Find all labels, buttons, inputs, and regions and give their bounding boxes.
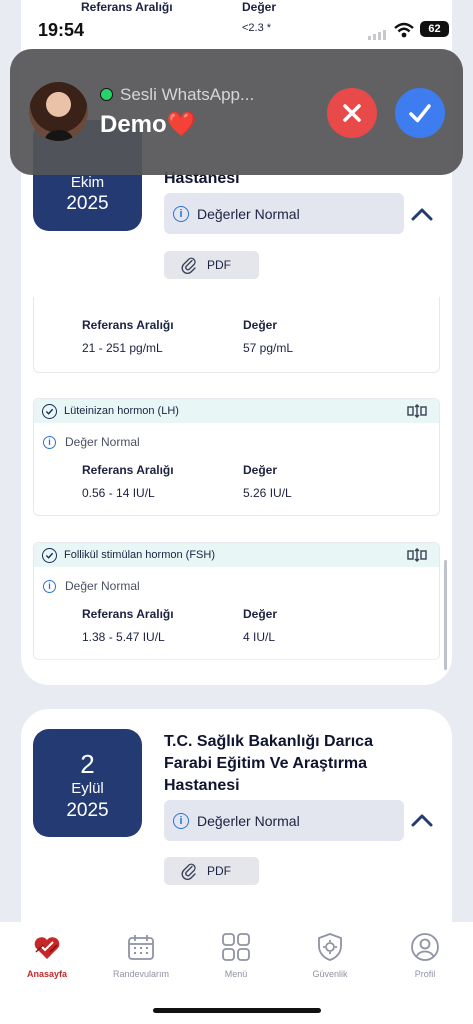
close-icon	[343, 104, 361, 122]
value-label: Değer	[243, 607, 278, 621]
date-month: Ekim	[70, 174, 105, 191]
hospital-line: T.C. Sağlık Bakanlığı Darıca	[164, 733, 373, 750]
ref-range: 0.56 - 14 IU/L	[82, 486, 155, 500]
wifi-icon	[394, 22, 414, 38]
note-text: Değer Normal	[65, 435, 140, 449]
note-text: Değer Normal	[65, 579, 140, 593]
battery-level: 62	[428, 23, 441, 35]
info-icon: i	[43, 579, 56, 593]
info-icon: i	[173, 812, 189, 829]
test-value: 5.26 IU/L	[243, 486, 292, 500]
date-year: 2025	[66, 193, 109, 214]
compare-icon[interactable]	[407, 548, 427, 562]
tab-label: Menü	[224, 969, 248, 979]
hospital-name-2: T.C. Sağlık Bakanlığı Darıca Farabi Eğit…	[164, 731, 373, 797]
date-year: 2025	[66, 800, 109, 821]
compare-icon[interactable]	[407, 404, 427, 418]
top-value: <2.3 *	[242, 22, 272, 34]
test-name: Follikül stimülan hormon (FSH)	[64, 549, 215, 561]
heart-emoji: ❤️	[166, 111, 197, 138]
tab-label: Randevularım	[112, 969, 170, 979]
heart-icon	[34, 937, 60, 959]
ref-range: 21 - 251 pg/mL	[82, 341, 163, 355]
user-icon	[411, 933, 439, 961]
tab-label: Güvenlik	[312, 969, 348, 979]
status-text: Değerler Normal	[197, 205, 300, 222]
calendar-icon	[128, 935, 154, 960]
ref-range: 1.38 - 5.47 IU/L	[82, 630, 165, 644]
status-pill-2[interactable]: i Değerler Normal	[164, 800, 404, 841]
ref-label: Referans Aralığı	[82, 463, 174, 477]
info-icon: i	[173, 205, 189, 222]
date-day: 2	[80, 749, 95, 779]
battery-icon: 62	[420, 21, 449, 37]
status-text: Değerler Normal	[197, 812, 300, 829]
caller-name: Demo❤️	[100, 110, 197, 139]
scroll-indicator[interactable]	[444, 560, 447, 670]
value-label: Değer	[243, 463, 278, 477]
test-name: Lüteinizan hormon (LH)	[64, 405, 179, 417]
test-box-partial: Referans Aralığı Değer 21 - 251 pg/mL 57…	[33, 297, 440, 373]
top-ref-label: Referans Aralığı	[81, 0, 173, 14]
tab-label: Anasayfa	[26, 969, 68, 979]
top-value-label: Değer	[242, 0, 277, 14]
test-value: 4 IU/L	[243, 630, 276, 644]
pdf-button-2[interactable]: PDF	[164, 857, 259, 885]
pdf-label: PDF	[207, 258, 231, 272]
check-icon	[409, 104, 431, 123]
pdf-label: PDF	[207, 864, 231, 878]
pdf-button-1[interactable]: PDF	[164, 251, 259, 279]
paperclip-icon	[181, 257, 196, 274]
signal-icon	[368, 27, 388, 40]
date-box-2: 2 Eylül 2025	[33, 729, 142, 837]
test-header[interactable]: Lüteinizan hormon (LH)	[34, 399, 439, 423]
chevron-up-icon[interactable]	[410, 808, 434, 832]
shield-gear-icon	[318, 933, 342, 961]
decline-button[interactable]	[327, 88, 377, 138]
caller-name-text: Demo	[100, 111, 167, 138]
ref-label: Referans Aralığı	[82, 318, 174, 332]
note-line: i Değer Normal	[34, 575, 439, 597]
caller-avatar	[29, 82, 88, 141]
hospital-line: Farabi Eğitim Ve Araştırma	[164, 755, 368, 772]
home-indicator	[153, 1008, 321, 1013]
hospital-line: Hastanesi	[164, 777, 240, 794]
test-value: 57 pg/mL	[243, 341, 294, 355]
check-circle-icon	[42, 547, 57, 563]
note-line: i Değer Normal	[34, 431, 439, 453]
test-header[interactable]: Follikül stimülan hormon (FSH)	[34, 543, 439, 567]
test-box-lh: Lüteinizan hormon (LH) i Değer Normal Re…	[33, 398, 440, 516]
ref-label: Referans Aralığı	[82, 607, 174, 621]
tab-label: Profil	[414, 969, 436, 979]
date-month: Eylül	[71, 780, 104, 797]
incoming-call-banner[interactable]: Sesli WhatsApp... Demo❤️	[10, 49, 463, 175]
paperclip-icon	[181, 863, 196, 880]
value-label: Değer	[243, 318, 278, 332]
call-app-title: Sesli WhatsApp...	[120, 85, 255, 104]
status-pill-1[interactable]: i Değerler Normal	[164, 193, 404, 234]
check-circle-icon	[42, 403, 57, 419]
info-icon: i	[43, 435, 56, 449]
test-box-fsh: Follikül stimülan hormon (FSH) i Değer N…	[33, 542, 440, 660]
accept-button[interactable]	[395, 88, 445, 138]
chevron-up-icon[interactable]	[410, 202, 434, 226]
status-time: 19:54	[38, 20, 85, 40]
grid-icon	[222, 933, 250, 961]
whatsapp-icon	[100, 88, 113, 101]
